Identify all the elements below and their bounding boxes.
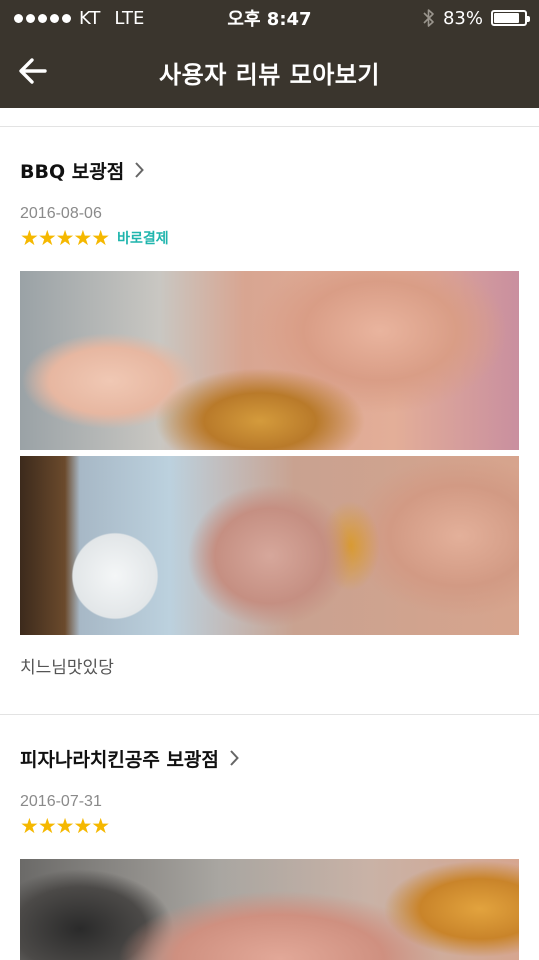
status-time: 오후 8:47	[227, 9, 312, 30]
page-title: 사용자 리뷰 모아보기	[159, 60, 380, 89]
status-bar-left: KT LTE	[14, 8, 144, 29]
divider	[0, 126, 539, 127]
store-link[interactable]: 피자나라치킨공주 보광점	[20, 745, 519, 771]
payment-badge: 바로결제	[117, 231, 169, 247]
back-arrow-icon	[19, 58, 47, 84]
store-link[interactable]: BBQ 보광점	[20, 157, 519, 183]
star-rating: ★★★★★	[20, 814, 110, 838]
battery-icon	[491, 10, 530, 26]
carrier-label: KT	[79, 7, 101, 29]
chevron-right-icon	[135, 162, 145, 178]
status-bar-right: 83%	[423, 7, 530, 29]
review-list[interactable]: BBQ 보광점 2016-08-06 ★★★★★ 바로결제 치느님맛있당 피자나…	[0, 108, 539, 960]
review-date: 2016-07-31	[20, 793, 102, 810]
rating-row: ★★★★★	[20, 815, 519, 837]
back-button[interactable]	[18, 56, 54, 88]
rating-row: ★★★★★ 바로결제	[20, 227, 519, 249]
status-bar: KT LTE 오후 8:47 83%	[0, 0, 539, 36]
review-photo[interactable]	[20, 271, 519, 450]
battery-percent: 83%	[442, 7, 483, 29]
review-photo[interactable]	[20, 859, 519, 960]
review-photo[interactable]	[20, 456, 519, 635]
network-label: LTE	[114, 7, 145, 29]
review-card: 피자나라치킨공주 보광점 2016-07-31 ★★★★★	[0, 745, 539, 960]
signal-strength-icon	[14, 13, 71, 23]
store-name: BBQ 보광점	[20, 160, 125, 183]
chevron-right-icon	[230, 750, 239, 766]
star-rating: ★★★★★	[20, 226, 110, 250]
battery-level-fill	[494, 13, 519, 23]
bluetooth-icon	[423, 9, 434, 27]
review-date: 2016-08-06	[20, 205, 102, 222]
review-comment: 치느님맛있당	[20, 658, 114, 678]
review-card: BBQ 보광점 2016-08-06 ★★★★★ 바로결제 치느님맛있당	[0, 157, 539, 678]
store-name: 피자나라치킨공주 보광점	[20, 748, 219, 771]
divider	[0, 714, 539, 715]
navigation-bar: 사용자 리뷰 모아보기	[0, 36, 539, 108]
